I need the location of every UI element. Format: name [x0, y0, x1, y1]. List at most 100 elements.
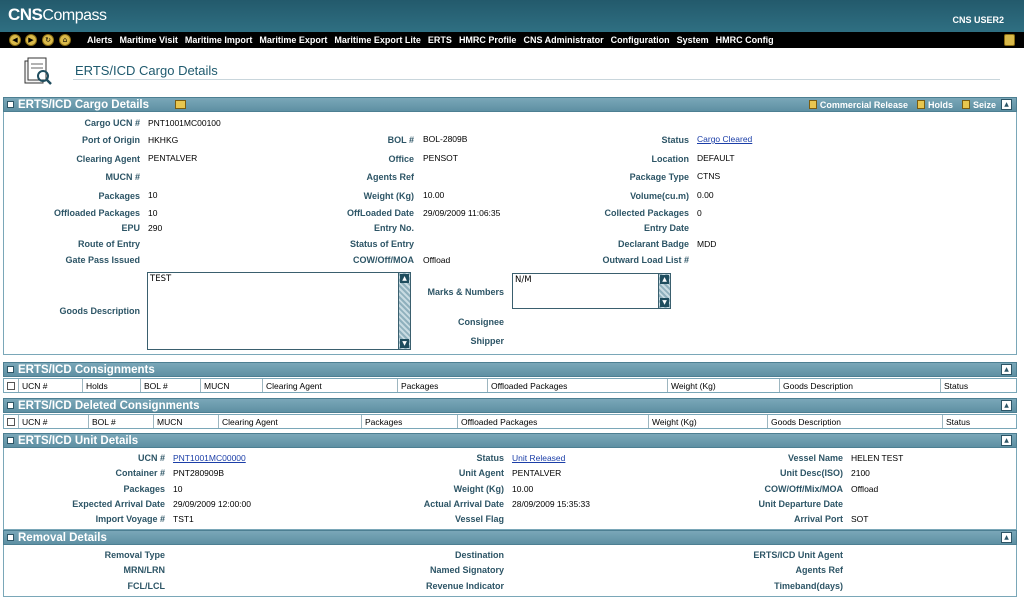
menu-item-cns-administrator[interactable]: CNS Administrator: [523, 32, 603, 48]
column-header[interactable]: Weight (Kg): [649, 415, 768, 428]
forward-icon[interactable]: ▶: [25, 34, 37, 46]
collapse-icon[interactable]: [7, 402, 14, 409]
value-collected-packages: 0: [697, 208, 702, 218]
scroll-up-icon[interactable]: ▲: [660, 275, 669, 284]
label-fcl-lcl: FCL/LCL: [127, 581, 166, 591]
column-header[interactable]: MUCN: [154, 415, 219, 428]
menu-item-maritime-export-lite[interactable]: Maritime Export Lite: [334, 32, 421, 48]
column-header[interactable]: Status: [943, 415, 1016, 428]
column-header[interactable]: Offloaded Packages: [458, 415, 649, 428]
column-header[interactable]: MUCN: [201, 379, 263, 392]
collapse-icon[interactable]: [7, 101, 14, 108]
holds-link[interactable]: Holds: [916, 98, 953, 112]
column-header[interactable]: BOL #: [141, 379, 201, 392]
value-arrival-port: SOT: [851, 514, 869, 524]
scroll-down-icon[interactable]: ▼: [400, 339, 409, 348]
collapse-icon[interactable]: [7, 366, 14, 373]
label-entry-no: Entry No.: [373, 223, 414, 233]
label-unit-agent: ERTS/ICD Unit Agent: [753, 550, 843, 560]
menu-bar: ◀ ▶ ↻ ⌂ Alerts Maritime Visit Maritime Imp…: [0, 32, 1024, 48]
seize-link[interactable]: Seize: [961, 98, 996, 112]
cargo-status-link[interactable]: Cargo Cleared: [697, 134, 752, 144]
label-agents-ref: Agents Ref: [366, 172, 414, 182]
value-vessel-name: HELEN TEST: [851, 453, 904, 463]
refresh-icon[interactable]: ↻: [42, 34, 54, 46]
column-header[interactable]: Packages: [362, 415, 458, 428]
label-marks-numbers: Marks & Numbers: [427, 287, 504, 297]
value-package-type: CTNS: [697, 171, 721, 181]
menu-item-hmrc-config[interactable]: HMRC Config: [716, 32, 774, 48]
collapse-up-icon[interactable]: ▲: [1001, 364, 1012, 375]
label-package-type: Package Type: [629, 172, 689, 182]
main-menu: Alerts Maritime Visit Maritime Import Marit…: [87, 32, 774, 48]
label-agents-ref: Agents Ref: [795, 565, 843, 575]
label-unit-status: Status: [476, 453, 504, 463]
unit-ucn-link[interactable]: PNT1001MC00000: [173, 453, 246, 463]
goods-scrollbar[interactable]: ▲ ▼: [398, 273, 410, 349]
column-header[interactable]: Holds: [83, 379, 141, 392]
book-icon[interactable]: [175, 100, 186, 109]
label-bol: BOL #: [387, 135, 414, 145]
consignments-header: ERTS/ICD Consignments ▲: [3, 362, 1017, 377]
label-volume: Volume(cu.m): [630, 191, 689, 201]
label-declarant-badge: Declarant Badge: [617, 239, 689, 249]
home-icon[interactable]: ⌂: [59, 34, 71, 46]
label-named-signatory: Named Signatory: [429, 565, 504, 575]
menu-item-maritime-export[interactable]: Maritime Export: [259, 32, 327, 48]
collapse-up-icon[interactable]: ▲: [1001, 400, 1012, 411]
column-header[interactable]: UCN #: [19, 379, 83, 392]
select-all-checkbox[interactable]: [4, 415, 19, 428]
help-icon[interactable]: [1004, 34, 1015, 46]
column-header[interactable]: Goods Description: [780, 379, 941, 392]
back-icon[interactable]: ◀: [9, 34, 21, 46]
deleted-consignments-table-header: UCN # BOL # MUCN Clearing Agent Packages Offl…: [3, 414, 1017, 429]
column-header[interactable]: Clearing Agent: [219, 415, 362, 428]
column-header[interactable]: Goods Description: [768, 415, 943, 428]
label-removal-type: Removal Type: [104, 550, 165, 560]
collapse-up-icon[interactable]: ▲: [1001, 99, 1012, 110]
collapse-up-icon[interactable]: ▲: [1001, 532, 1012, 543]
menu-item-erts[interactable]: ERTS: [428, 32, 452, 48]
menu-item-maritime-visit[interactable]: Maritime Visit: [120, 32, 178, 48]
label-consignee: Consignee: [457, 317, 504, 327]
cargo-details-panel: Cargo UCN # Port of Origin Clearing Agen…: [3, 112, 1017, 355]
value-expected-arrival: 29/09/2009 12:00:00: [173, 499, 251, 509]
commercial-release-link[interactable]: Commercial Release: [808, 98, 908, 112]
label-packages: Packages: [98, 191, 140, 201]
marks-scrollbar[interactable]: ▲ ▼: [658, 274, 670, 308]
collapse-icon[interactable]: [7, 534, 14, 541]
scroll-down-icon[interactable]: ▼: [660, 298, 669, 307]
label-cargo-ucn: Cargo UCN #: [84, 118, 140, 128]
column-header[interactable]: Offloaded Packages: [488, 379, 668, 392]
value-bol: BOL-2809B: [423, 134, 468, 144]
app-logo[interactable]: CNSCompass: [8, 5, 107, 25]
title-divider: [73, 79, 1000, 80]
menu-item-maritime-import[interactable]: Maritime Import: [185, 32, 253, 48]
label-route-of-entry: Route of Entry: [78, 239, 140, 249]
unit-details-header: ERTS/ICD Unit Details ▲: [3, 433, 1017, 448]
value-cow-off-mix-moa: Offload: [851, 484, 879, 494]
unit-status-link[interactable]: Unit Released: [512, 453, 565, 463]
goods-description-textarea[interactable]: TEST ▲ ▼: [147, 272, 411, 350]
menu-item-configuration[interactable]: Configuration: [611, 32, 670, 48]
cargo-details-icon: [24, 57, 52, 85]
menu-item-hmrc-profile[interactable]: HMRC Profile: [459, 32, 517, 48]
marks-numbers-textarea[interactable]: N/M ▲ ▼: [512, 273, 671, 309]
select-all-checkbox[interactable]: [4, 379, 19, 392]
column-header[interactable]: UCN #: [19, 415, 89, 428]
page-title: ERTS/ICD Cargo Details: [75, 63, 218, 78]
column-header[interactable]: Packages: [398, 379, 488, 392]
collapse-icon[interactable]: [7, 437, 14, 444]
column-header[interactable]: Status: [941, 379, 1016, 392]
menu-item-alerts[interactable]: Alerts: [87, 32, 113, 48]
scroll-up-icon[interactable]: ▲: [400, 274, 409, 283]
deleted-consignments-header: ERTS/ICD Deleted Consignments ▲: [3, 398, 1017, 413]
label-expected-arrival: Expected Arrival Date: [72, 499, 165, 509]
label-cow-off-mix-moa: COW/Off/Mix/MOA: [764, 484, 844, 494]
column-header[interactable]: Weight (Kg): [668, 379, 780, 392]
menu-item-system[interactable]: System: [677, 32, 709, 48]
column-header[interactable]: BOL #: [89, 415, 154, 428]
label-import-voyage: Import Voyage #: [95, 514, 165, 524]
collapse-up-icon[interactable]: ▲: [1001, 435, 1012, 446]
column-header[interactable]: Clearing Agent: [263, 379, 398, 392]
